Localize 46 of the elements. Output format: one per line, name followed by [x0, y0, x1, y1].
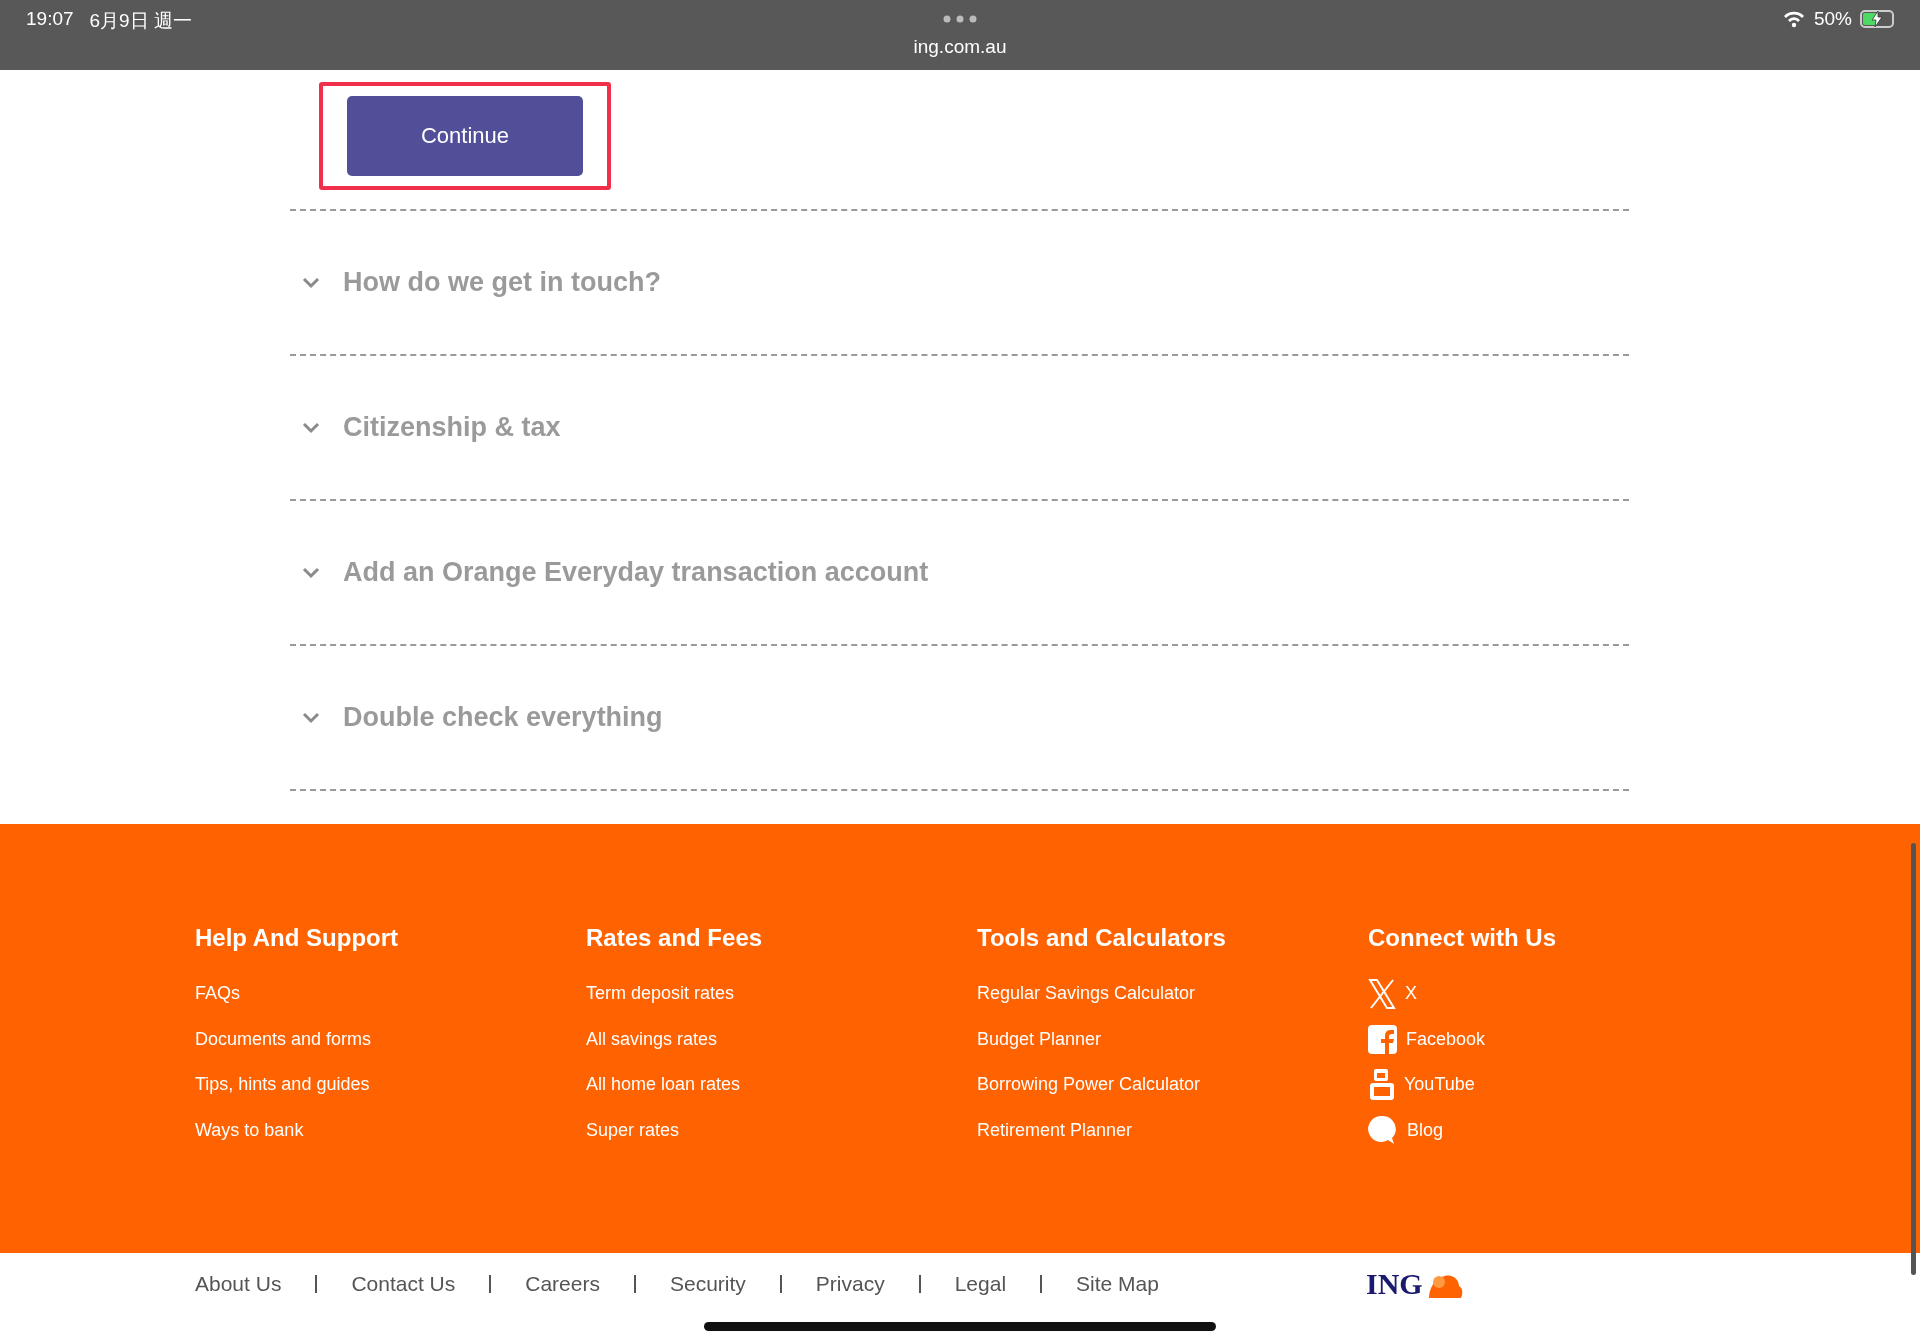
- footer-heading: Connect with Us: [1368, 924, 1557, 952]
- bottom-link[interactable]: Privacy: [815, 1271, 885, 1296]
- status-date: 6月9日 週一: [89, 9, 192, 33]
- chevron-icon[interactable]: [302, 421, 320, 434]
- continue-button[interactable]: Continue: [347, 96, 583, 176]
- footer-link[interactable]: Retirement Planner: [977, 1119, 1133, 1141]
- footer-link[interactable]: Regular Savings Calculator: [977, 983, 1196, 1005]
- footer-heading: Tools and Calculators: [977, 924, 1227, 952]
- more-icon[interactable]: [943, 15, 977, 23]
- footer-link[interactable]: All home loan rates: [586, 1074, 741, 1096]
- footer-link[interactable]: All savings rates: [586, 1028, 718, 1050]
- footer-link[interactable]: Super rates: [586, 1119, 680, 1141]
- footer-link[interactable]: Facebook: [1406, 1028, 1486, 1050]
- footer-link[interactable]: YouTube: [1404, 1074, 1475, 1096]
- footer-heading: Rates and Fees: [586, 924, 764, 952]
- footer-link[interactable]: Ways to bank: [195, 1119, 304, 1141]
- footer-link[interactable]: FAQs: [195, 983, 240, 1005]
- facebook-icon[interactable]: [1368, 1024, 1397, 1054]
- footer-link[interactable]: Term deposit rates: [586, 983, 735, 1005]
- url-text[interactable]: ing.com.au: [913, 36, 1007, 58]
- bottom-link[interactable]: Contact Us: [351, 1271, 456, 1296]
- bottom-link[interactable]: Careers: [525, 1271, 600, 1296]
- accordion-title[interactable]: How do we get in touch?: [343, 267, 661, 298]
- chevron-icon[interactable]: [302, 276, 320, 289]
- footer-link[interactable]: Blog: [1407, 1119, 1444, 1141]
- speech-bubble-icon[interactable]: [1368, 1115, 1398, 1146]
- accordion-title[interactable]: Add an Orange Everyday transaction account: [343, 557, 929, 588]
- footer-link[interactable]: Tips, hints and guides: [195, 1074, 370, 1096]
- accordion-title[interactable]: Double check everything: [343, 702, 663, 733]
- x-logo-icon[interactable]: [1368, 978, 1396, 1009]
- bottom-link[interactable]: Site Map: [1076, 1271, 1159, 1296]
- footer-heading: Help And Support: [195, 924, 400, 952]
- bottom-link[interactable]: Security: [669, 1271, 746, 1296]
- bottom-link[interactable]: About Us: [195, 1271, 282, 1296]
- footer-link[interactable]: X: [1405, 983, 1417, 1005]
- bottom-link[interactable]: Legal: [954, 1271, 1007, 1296]
- battery-percent: 50%: [1813, 8, 1852, 30]
- chevron-icon[interactable]: [302, 711, 320, 724]
- status-time: 19:07: [26, 8, 74, 31]
- footer-link[interactable]: Borrowing Power Calculator: [977, 1074, 1201, 1096]
- battery-icon: [1860, 10, 1894, 28]
- footer-link[interactable]: Budget Planner: [977, 1028, 1102, 1050]
- chevron-icon[interactable]: [302, 566, 320, 579]
- logo-text[interactable]: ING: [1366, 1269, 1423, 1298]
- accordion-title[interactable]: Citizenship & tax: [343, 412, 561, 443]
- footer-link[interactable]: Documents and forms: [195, 1028, 372, 1050]
